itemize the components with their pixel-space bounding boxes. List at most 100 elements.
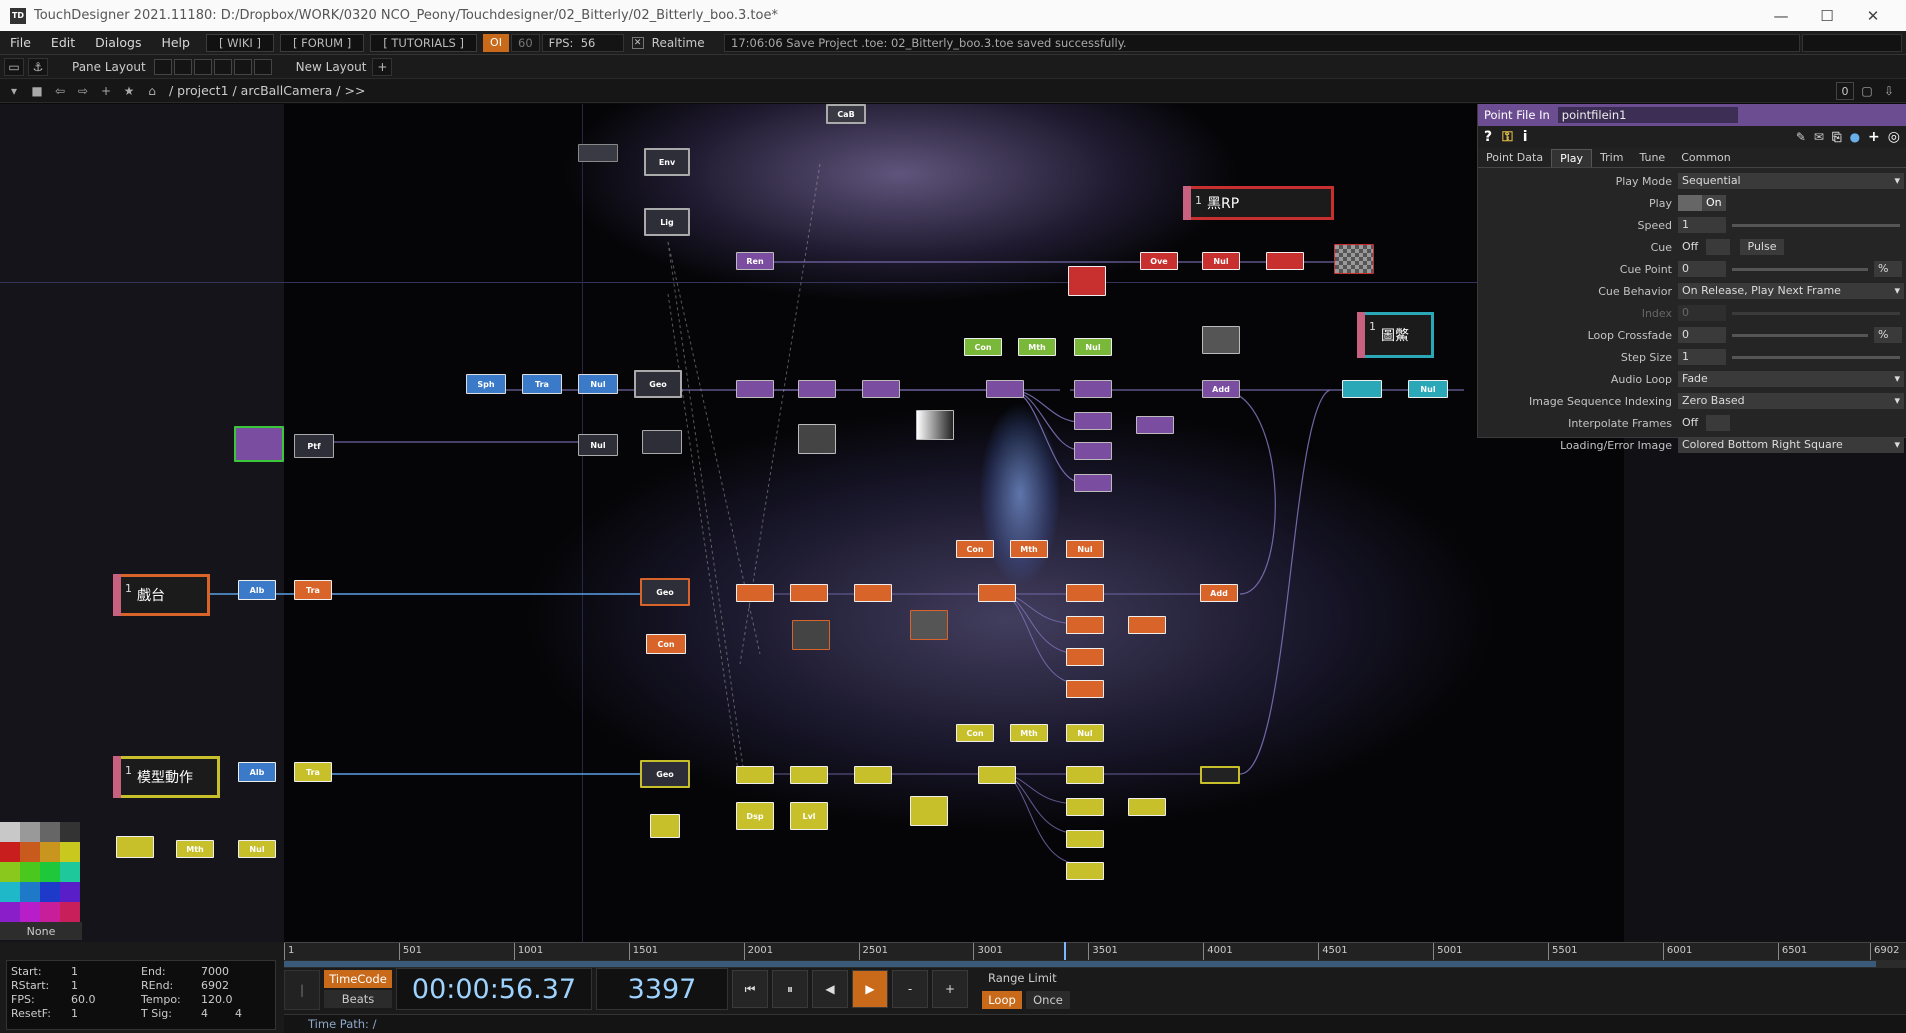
node-timer-yellow[interactable] bbox=[116, 836, 154, 858]
start-value[interactable]: 1 bbox=[71, 965, 78, 978]
node-blur-2[interactable] bbox=[1074, 412, 1112, 430]
node-point-transform[interactable]: Ptf bbox=[294, 434, 334, 458]
loop-crossfade-field[interactable]: 0 bbox=[1678, 327, 1726, 343]
layout-quad[interactable] bbox=[233, 58, 252, 75]
node-render-4[interactable] bbox=[736, 766, 774, 784]
node-lookup-6[interactable] bbox=[978, 766, 1016, 784]
forward-arrow-icon[interactable]: ⇨ bbox=[74, 82, 92, 100]
tsig-denominator[interactable]: 4 bbox=[235, 1007, 242, 1020]
audio-loop-dropdown[interactable]: Fade ▾ bbox=[1678, 371, 1904, 387]
pause-button[interactable]: ⏸ bbox=[772, 970, 808, 1008]
palette-swatch[interactable] bbox=[60, 842, 80, 862]
op-name-field[interactable]: pointfilein1 bbox=[1557, 107, 1738, 123]
node-constant-3[interactable]: Con bbox=[956, 540, 994, 558]
interpolate-toggle[interactable] bbox=[1706, 415, 1730, 431]
pane-split-icon[interactable]: ▭ bbox=[4, 57, 24, 76]
node-math-4[interactable]: Mth bbox=[176, 840, 214, 858]
end-value[interactable]: 7000 bbox=[201, 965, 229, 978]
node-blur-7[interactable] bbox=[1066, 648, 1104, 666]
status-extra-field[interactable] bbox=[1802, 34, 1902, 52]
fps-value-tl[interactable]: 60.0 bbox=[71, 993, 96, 1006]
comp-rp[interactable]: 1 黑RP bbox=[1183, 186, 1334, 220]
node-lookup-1[interactable] bbox=[862, 380, 900, 398]
tempo-value[interactable]: 120.0 bbox=[201, 993, 233, 1006]
time-path[interactable]: Time Path: / bbox=[284, 1014, 1906, 1033]
loop-crossfade-unit[interactable]: % bbox=[1874, 327, 1902, 343]
palette-swatch[interactable] bbox=[0, 842, 20, 862]
python-icon[interactable]: ● bbox=[1850, 130, 1860, 144]
info-icon[interactable]: i bbox=[1523, 129, 1528, 145]
palette-swatch[interactable] bbox=[40, 862, 60, 882]
realtime-checkbox[interactable]: ✕ bbox=[631, 36, 644, 49]
step-forward-button[interactable]: + bbox=[932, 970, 968, 1008]
cue-point-field[interactable]: 0 bbox=[1678, 261, 1726, 277]
palette-swatch[interactable] bbox=[40, 842, 60, 862]
star-icon[interactable]: ★ bbox=[120, 82, 138, 100]
node-blur-1[interactable] bbox=[1074, 380, 1112, 398]
stop-icon[interactable]: ■ bbox=[28, 82, 46, 100]
tsig-numerator[interactable]: 4 bbox=[201, 1007, 208, 1020]
node-blur-6[interactable] bbox=[1066, 616, 1104, 634]
comp-tujing[interactable]: 1 圖鱉 bbox=[1357, 312, 1434, 358]
node-level[interactable]: Lvl bbox=[790, 802, 828, 830]
tab-point-data[interactable]: Point Data bbox=[1478, 149, 1551, 167]
palette-swatch[interactable] bbox=[60, 902, 80, 922]
node-ssao-1[interactable] bbox=[798, 380, 836, 398]
node-over[interactable]: Ove bbox=[1140, 252, 1178, 270]
comment-icon[interactable]: ✉ bbox=[1814, 130, 1824, 144]
play-toggle-switch[interactable] bbox=[1678, 195, 1702, 211]
image-sequence-dropdown[interactable]: Zero Based ▾ bbox=[1678, 393, 1904, 409]
node-feedback[interactable] bbox=[1068, 266, 1106, 296]
node-ssao-3[interactable] bbox=[790, 766, 828, 784]
node-displace[interactable]: Dsp bbox=[736, 802, 774, 830]
timeline-side-toggle[interactable]: | bbox=[284, 970, 320, 1010]
node-add-1[interactable]: Add bbox=[1202, 380, 1240, 398]
menu-edit[interactable]: Edit bbox=[41, 35, 85, 50]
tab-tune[interactable]: Tune bbox=[1631, 149, 1673, 167]
pane-type-icon[interactable]: ⚓ bbox=[28, 57, 48, 76]
rend-value[interactable]: 6902 bbox=[201, 979, 229, 992]
node-null-red[interactable]: Nul bbox=[1202, 252, 1240, 270]
play-toggle[interactable]: On bbox=[1702, 195, 1726, 211]
node-null-purple[interactable]: Nul bbox=[578, 434, 618, 456]
back-arrow-icon[interactable]: ⇦ bbox=[51, 82, 69, 100]
python-help-icon[interactable]: ⚿ bbox=[1502, 129, 1513, 145]
palette-swatch[interactable] bbox=[40, 822, 60, 842]
node-camera-blend[interactable]: CaB bbox=[826, 104, 866, 124]
palette-swatch[interactable] bbox=[60, 822, 80, 842]
target-icon[interactable]: ◎ bbox=[1888, 129, 1900, 145]
node-environment-light[interactable]: Env bbox=[644, 148, 690, 176]
layout-grid[interactable] bbox=[253, 58, 272, 75]
layout-triple[interactable] bbox=[213, 58, 232, 75]
counter-field[interactable]: 0 bbox=[1836, 82, 1854, 100]
menu-dialogs[interactable]: Dialogs bbox=[85, 35, 151, 50]
node-math-2[interactable]: Mth bbox=[1010, 540, 1048, 558]
loop-toggle[interactable]: Loop bbox=[982, 991, 1022, 1009]
pulse-button[interactable]: Pulse bbox=[1740, 239, 1784, 255]
palette-swatch[interactable] bbox=[0, 862, 20, 882]
clone-icon[interactable]: ⎘ bbox=[1832, 130, 1842, 145]
fps-target[interactable]: 60 bbox=[511, 33, 540, 52]
node-sphere[interactable]: Sph bbox=[466, 374, 506, 394]
edit-icon[interactable]: ✎ bbox=[1796, 130, 1806, 144]
node-lookup-4[interactable] bbox=[978, 584, 1016, 602]
range-bar[interactable] bbox=[284, 960, 1906, 968]
node-transform-3[interactable]: Tra bbox=[294, 762, 332, 782]
node-blur-11[interactable] bbox=[1066, 830, 1104, 848]
speed-slider[interactable] bbox=[1732, 223, 1900, 227]
node-lookup-2[interactable] bbox=[986, 380, 1024, 398]
node-transform-1[interactable]: Tra bbox=[522, 374, 562, 394]
step-size-field[interactable]: 1 bbox=[1678, 349, 1726, 365]
wiki-button[interactable]: [ WIKI ] bbox=[205, 33, 274, 52]
node-null-orange[interactable]: Nul bbox=[1066, 540, 1104, 558]
help-icon[interactable]: ? bbox=[1484, 129, 1492, 145]
comp-xitai[interactable]: 1 戲台 bbox=[113, 574, 210, 616]
node-render-1[interactable]: Ren bbox=[736, 252, 774, 270]
home-icon[interactable]: ⌂ bbox=[143, 82, 161, 100]
layout-split-v[interactable] bbox=[193, 58, 212, 75]
minimize-button[interactable]: — bbox=[1758, 0, 1804, 31]
palette-swatch[interactable] bbox=[0, 822, 20, 842]
node-ramp-1[interactable] bbox=[916, 410, 954, 440]
beats-toggle[interactable]: Beats bbox=[324, 990, 392, 1008]
node-null-yellow-1[interactable]: Nul bbox=[1066, 724, 1104, 742]
